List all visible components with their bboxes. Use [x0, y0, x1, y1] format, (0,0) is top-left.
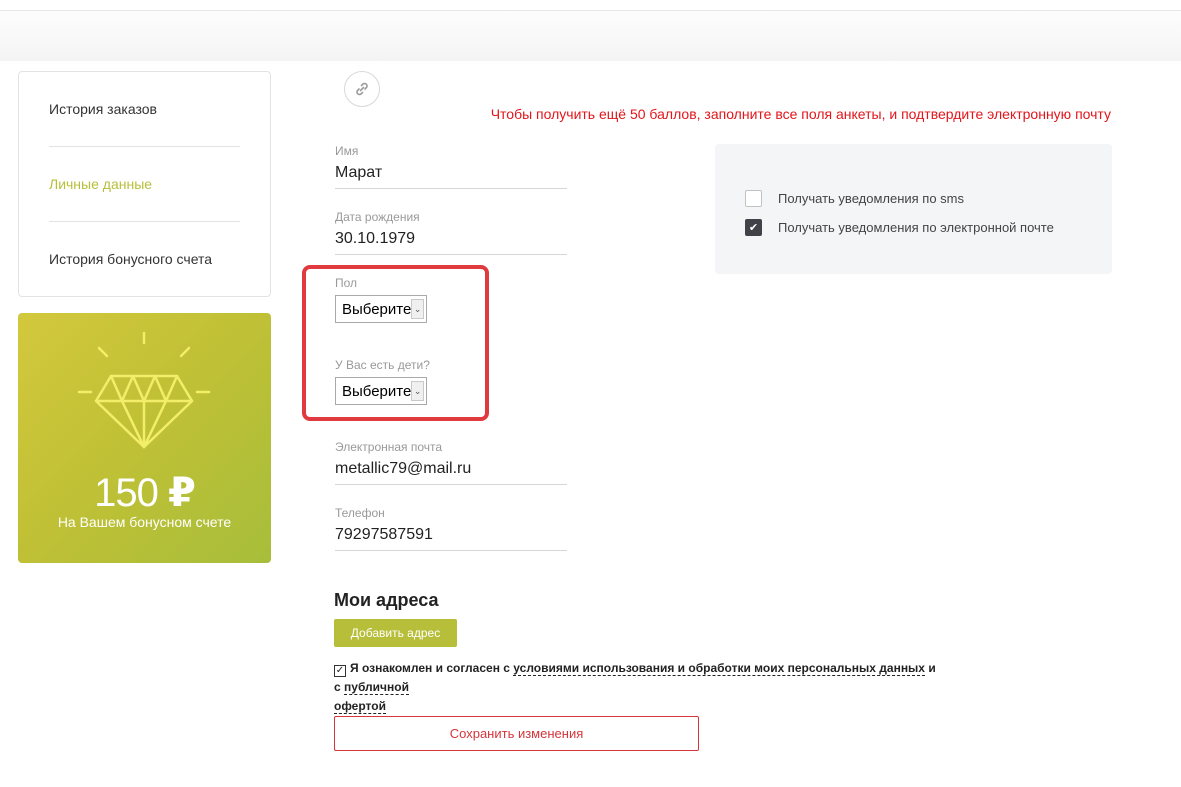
email-notification-option[interactable]: ✔ Получать уведомления по электронной по… [745, 219, 1054, 236]
email-checkbox[interactable]: ✔ [745, 219, 762, 236]
addresses-title: Мои адреса [334, 590, 439, 610]
sidebar-divider [49, 146, 240, 147]
sidebar-item-orders[interactable]: История заказов [49, 101, 157, 117]
name-input[interactable]: Марат [335, 164, 567, 189]
link-icon [356, 82, 368, 96]
birthdate-field[interactable]: Дата рождения 30.10.1979 [335, 210, 567, 255]
terms-link[interactable]: условиями использования и обработки моих… [513, 661, 925, 676]
sms-notification-option[interactable]: Получать уведомления по sms [745, 190, 964, 207]
email-input[interactable]: metallic79@mail.ru [335, 460, 567, 485]
sidebar-divider [49, 221, 240, 222]
offer-link[interactable]: публичной [344, 680, 409, 695]
add-address-button[interactable]: Добавить адрес [334, 619, 457, 647]
bonus-caption: На Вашем бонусном счете [57, 514, 232, 530]
sidebar-item-personal-data[interactable]: Личные данные [49, 176, 152, 192]
highlight-annotation [302, 265, 489, 421]
bonus-value: 150 [94, 471, 159, 515]
offer-link-continued[interactable]: офертой [334, 699, 386, 714]
email-label: Электронная почта [335, 440, 443, 454]
name-label: Имя [335, 144, 359, 158]
bonus-amount: 150 ₽ [18, 470, 271, 516]
birthdate-label: Дата рождения [335, 210, 420, 224]
sidebar-menu: История заказов Личные данные История бо… [18, 71, 271, 297]
phone-field[interactable]: Телефон 79297587591 [335, 506, 567, 551]
currency-symbol: ₽ [168, 471, 196, 515]
notifications-panel: Получать уведомления по sms ✔ Получать у… [715, 144, 1112, 274]
sms-checkbox[interactable] [745, 190, 762, 207]
email-field[interactable]: Электронная почта metallic79@mail.ru [335, 440, 567, 485]
sidebar-item-bonus-history[interactable]: История бонусного счета [49, 251, 212, 267]
birthdate-input[interactable]: 30.10.1979 [335, 230, 567, 255]
top-bar [0, 0, 1181, 11]
email-notification-label: Получать уведомления по электронной почт… [778, 220, 1054, 235]
phone-label: Телефон [335, 506, 385, 520]
sms-notification-label: Получать уведомления по sms [778, 191, 965, 206]
header-band [0, 11, 1181, 61]
link-button[interactable] [344, 71, 380, 107]
bonus-card: 150 ₽ На Вашем бонусном счете [18, 313, 271, 563]
save-button[interactable]: Сохранить изменения [334, 716, 699, 751]
agreement-text: Я ознакомлен и согласен с [350, 661, 514, 675]
phone-input[interactable]: 79297587591 [335, 526, 567, 551]
agreement: ✓ Я ознакомлен и согласен с условиями исп… [334, 659, 944, 716]
name-field[interactable]: Имя Марат [335, 144, 567, 189]
promo-message: Чтобы получить ещё 50 баллов, заполните … [490, 106, 1111, 122]
agreement-checkbox[interactable]: ✓ [334, 665, 346, 677]
diamond-icon [77, 331, 211, 449]
